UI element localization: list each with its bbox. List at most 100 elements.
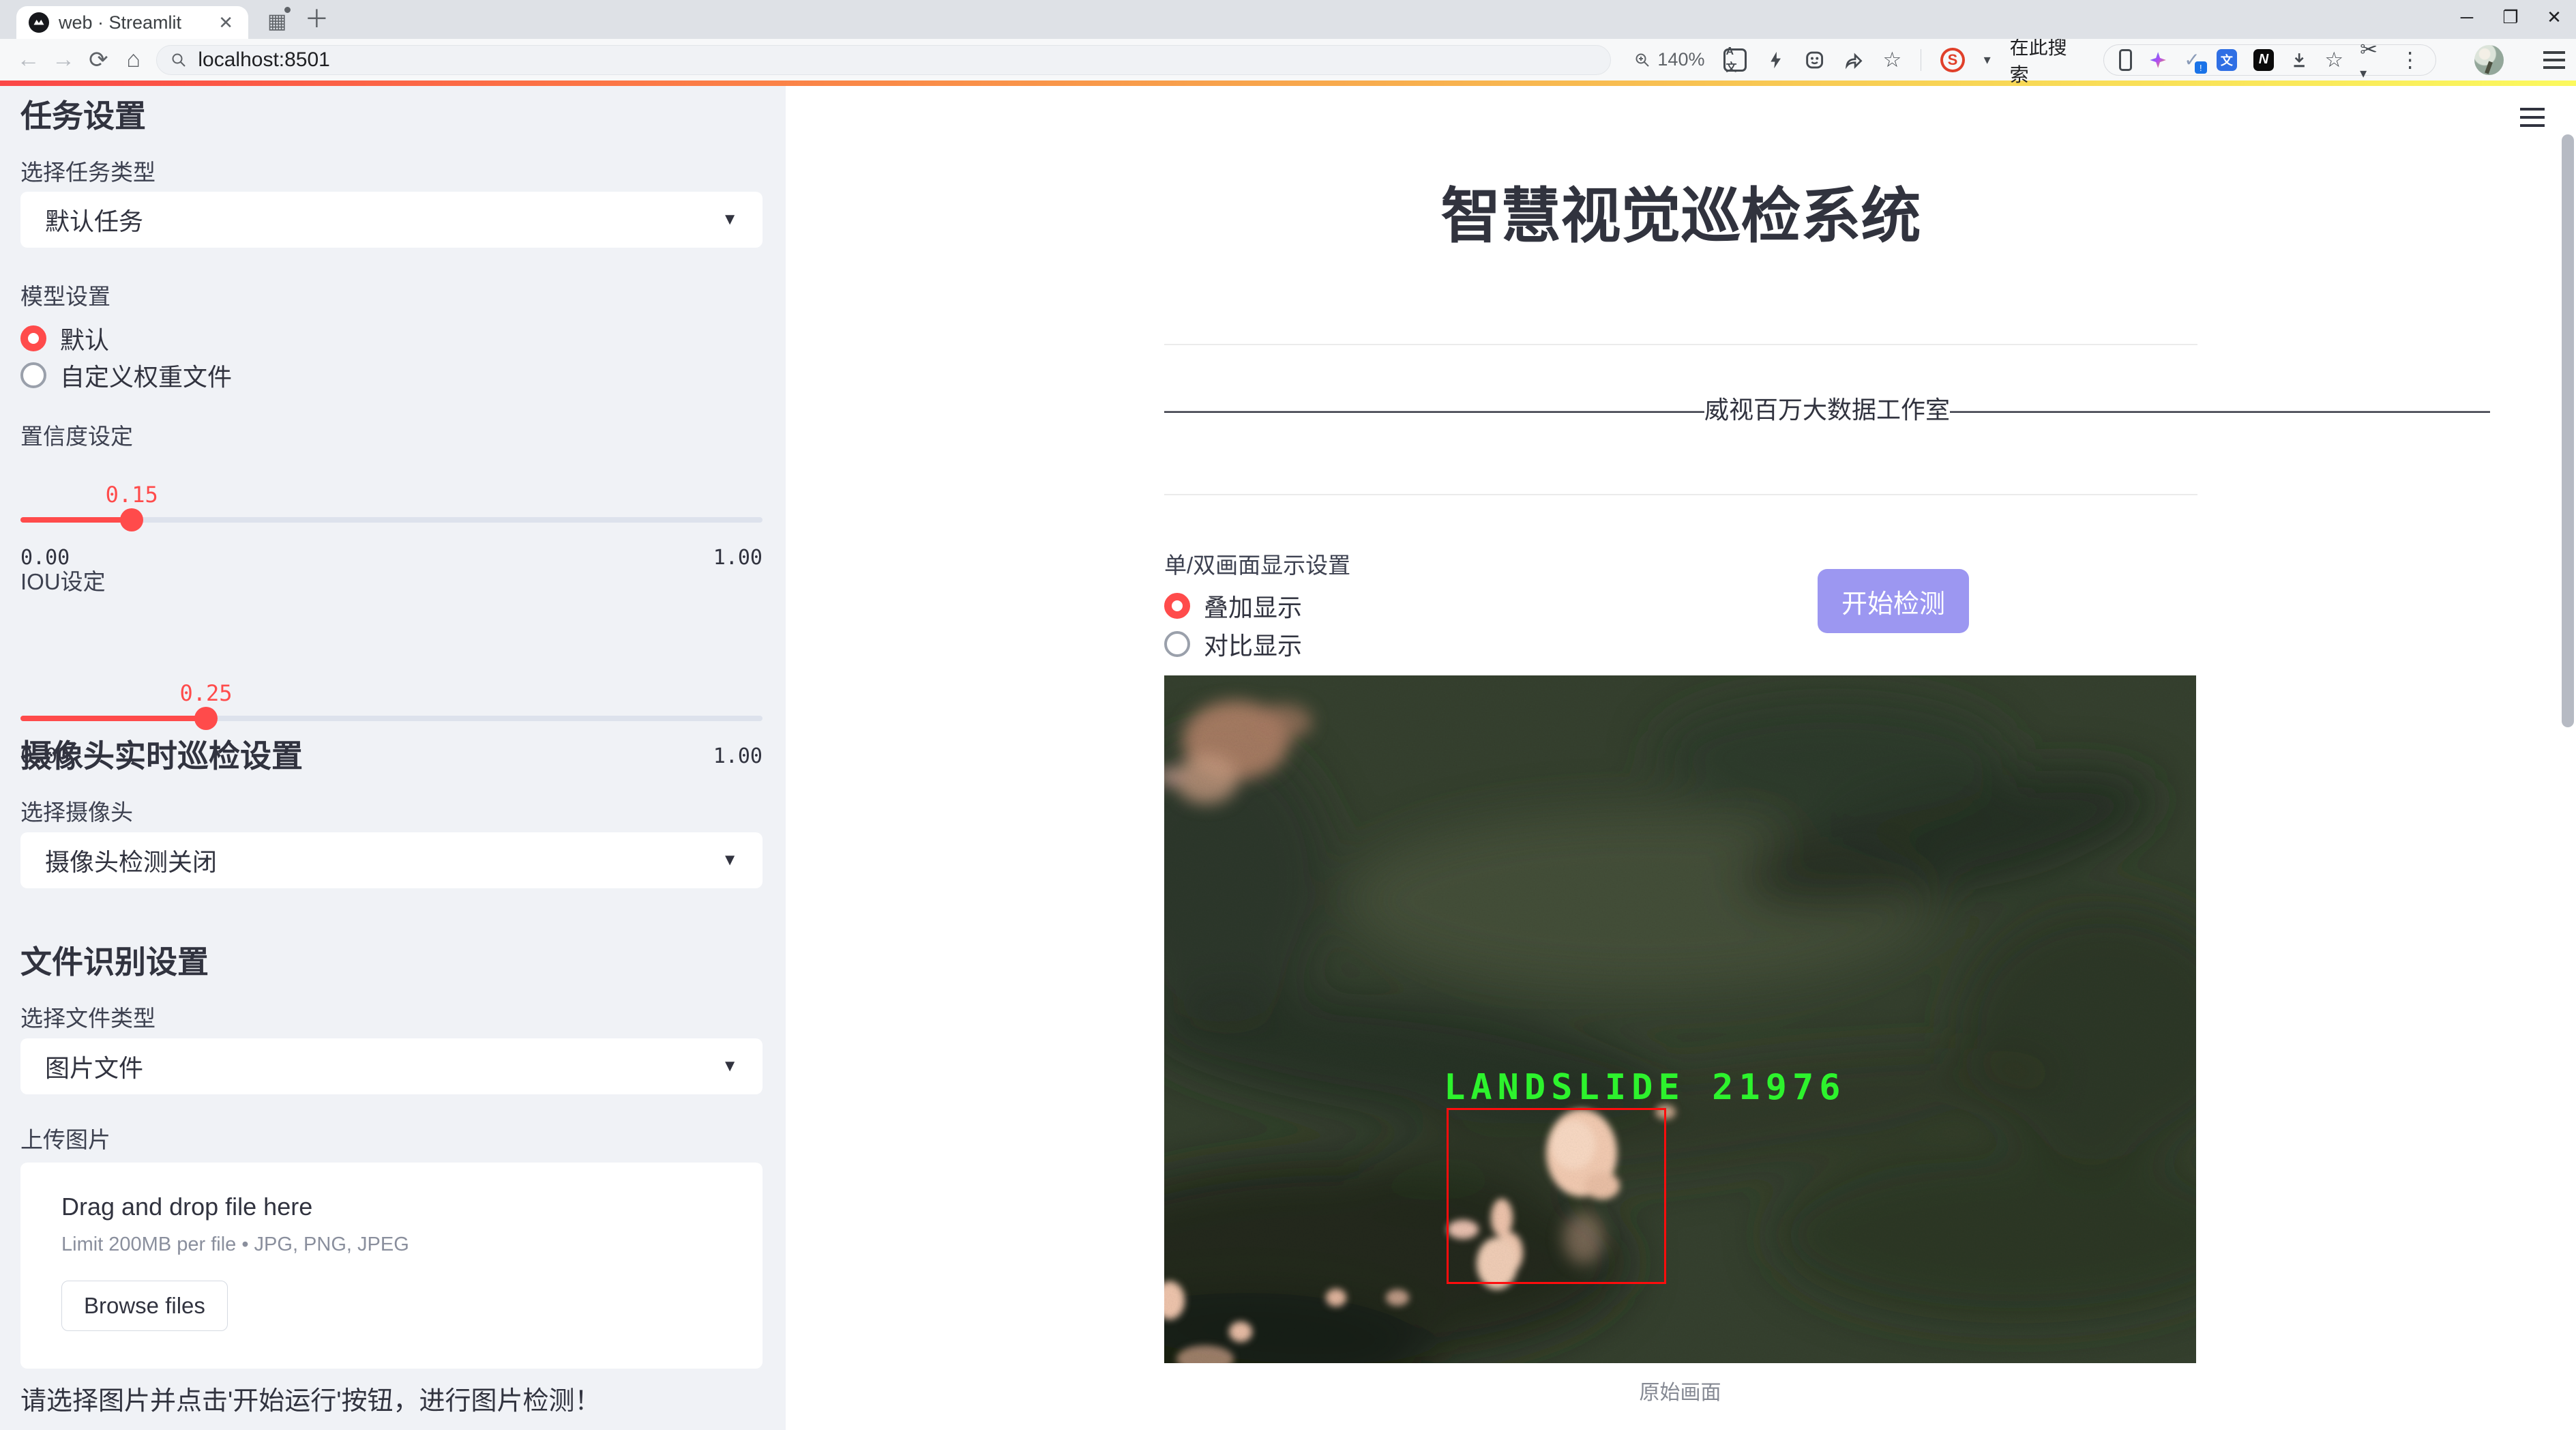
model-radio-custom-label: 自定义权重文件 bbox=[60, 358, 232, 393]
camera-select[interactable]: 摄像头检测关闭 ▼ bbox=[20, 832, 763, 888]
media-extension-icon[interactable]: N bbox=[2253, 49, 2274, 71]
app-menu-icon[interactable] bbox=[2520, 108, 2545, 127]
new-tab-button[interactable]: ＋ bbox=[304, 0, 329, 35]
model-radio-default-label: 默认 bbox=[60, 321, 109, 356]
radio-unselected-icon bbox=[20, 362, 46, 388]
toolbar-right: 140% A文 ☆ S ▾ 在此搜索 bbox=[1634, 33, 2565, 87]
display-radio-overlay[interactable]: 叠加显示 bbox=[1164, 591, 1302, 621]
bookmark-star-icon[interactable]: ☆ bbox=[1883, 49, 1902, 70]
back-icon[interactable]: ← bbox=[11, 46, 46, 73]
zoom-lens-icon bbox=[1634, 52, 1650, 68]
browser-menu-icon[interactable] bbox=[2543, 51, 2565, 69]
model-radio-default[interactable]: 默认 bbox=[20, 323, 109, 353]
file-section-title: 文件识别设置 bbox=[20, 937, 209, 982]
camera-label: 选择摄像头 bbox=[20, 794, 133, 827]
emoji-icon[interactable] bbox=[1805, 50, 1824, 70]
iou-thumb[interactable] bbox=[194, 707, 218, 730]
task-type-value: 默认任务 bbox=[45, 202, 143, 237]
file-type-select[interactable]: 图片文件 ▼ bbox=[20, 1038, 763, 1094]
checker-extension-icon[interactable]: ✓ ! bbox=[2184, 48, 2200, 71]
radio-unselected-icon bbox=[1164, 631, 1190, 657]
tab-strip: web · Streamlit ✕ ▦ ＋ ─ ❐ ✕ bbox=[0, 0, 2576, 39]
phone-icon[interactable] bbox=[2119, 49, 2132, 71]
task-section-title: 任务设置 bbox=[20, 91, 146, 136]
scissors-caret-icon: ▾ bbox=[2360, 66, 2367, 81]
tab-workspace-icon[interactable]: ▦ bbox=[267, 10, 286, 33]
confidence-range: 0.00 1.00 bbox=[20, 546, 763, 570]
maximize-button[interactable]: ❐ bbox=[2489, 0, 2532, 34]
share-icon[interactable] bbox=[1844, 50, 1863, 70]
divider bbox=[1164, 494, 2197, 495]
model-radio-custom[interactable]: 自定义权重文件 bbox=[20, 360, 232, 390]
iou-max: 1.00 bbox=[713, 744, 763, 768]
scissors-icon[interactable]: ✂▾ bbox=[2360, 39, 2383, 81]
close-button[interactable]: ✕ bbox=[2532, 0, 2576, 34]
translate-icon[interactable]: A文 bbox=[1723, 48, 1746, 72]
chevron-down-icon: ▼ bbox=[722, 210, 738, 229]
minimize-button[interactable]: ─ bbox=[2445, 0, 2489, 34]
download-icon[interactable] bbox=[2290, 50, 2308, 70]
confidence-thumb[interactable] bbox=[120, 508, 143, 531]
browser-tab[interactable]: web · Streamlit ✕ bbox=[16, 6, 248, 39]
model-label: 模型设置 bbox=[20, 278, 110, 311]
zoom-control[interactable]: 140% bbox=[1634, 49, 1704, 70]
satellite-terrain bbox=[1164, 675, 2196, 1363]
camera-value: 摄像头检测关闭 bbox=[45, 843, 217, 878]
find-on-page-label[interactable]: 在此搜索 bbox=[2010, 33, 2084, 87]
detection-bounding-box bbox=[1447, 1108, 1666, 1284]
file-type-value: 图片文件 bbox=[45, 1049, 143, 1084]
sidebar: 任务设置 选择任务类型 默认任务 ▼ 模型设置 默认 自定义权重文件 置信度设定… bbox=[0, 86, 786, 1430]
sidebar-hint: 请选择图片并点击'开始运行'按钮，进行图片检测！ bbox=[20, 1380, 601, 1417]
browser-window: web · Streamlit ✕ ▦ ＋ ─ ❐ ✕ ← → ⟳ ⌂ loca… bbox=[0, 0, 2576, 1430]
streamlit-favicon-icon bbox=[29, 12, 49, 33]
task-type-label: 选择任务类型 bbox=[20, 154, 156, 187]
iou-track[interactable] bbox=[20, 716, 763, 721]
profile-avatar[interactable] bbox=[2474, 45, 2504, 75]
file-uploader-dropzone[interactable]: Drag and drop file here Limit 200MB per … bbox=[20, 1163, 763, 1369]
translate-extension-icon[interactable]: 文 bbox=[2217, 49, 2237, 71]
display-mode-label: 单/双画面显示设置 bbox=[1164, 547, 1350, 580]
iou-fill bbox=[20, 716, 206, 721]
image-caption: 原始画面 bbox=[1164, 1375, 2196, 1405]
streamlit-app: 任务设置 选择任务类型 默认任务 ▼ 模型设置 默认 自定义权重文件 置信度设定… bbox=[0, 86, 2576, 1430]
zoom-level: 140% bbox=[1657, 49, 1704, 70]
search-icon bbox=[171, 52, 187, 68]
iou-value: 0.25 bbox=[179, 680, 232, 706]
url-text[interactable]: localhost:8501 bbox=[198, 48, 329, 72]
dropzone-limit: Limit 200MB per file • JPG, PNG, JPEG bbox=[61, 1234, 722, 1256]
favorites-star-icon[interactable]: ☆ bbox=[2324, 49, 2343, 70]
task-type-select[interactable]: 默认任务 ▼ bbox=[20, 192, 763, 248]
s-extension-icon[interactable]: S bbox=[1940, 48, 1964, 72]
browser-toolbar: ← → ⟳ ⌂ localhost:8501 140% A文 bbox=[0, 39, 2576, 81]
confidence-track[interactable] bbox=[20, 517, 763, 523]
more-extensions-icon[interactable]: ⋮ bbox=[2399, 49, 2420, 70]
confidence-max: 1.00 bbox=[713, 546, 763, 570]
lightning-icon[interactable] bbox=[1766, 50, 1786, 70]
chevron-down-icon: ▼ bbox=[722, 1057, 738, 1076]
checker-badge: ! bbox=[2195, 61, 2207, 74]
browse-files-button[interactable]: Browse files bbox=[61, 1281, 228, 1331]
sparkle-icon[interactable] bbox=[2148, 50, 2167, 70]
start-detection-button[interactable]: 开始检测 bbox=[1818, 569, 1969, 633]
detection-image: LANDSLIDE 21976 bbox=[1164, 675, 2196, 1363]
studio-line: ——————————————————————威视百万大数据工作室————————… bbox=[1164, 390, 2197, 426]
chevron-down-icon: ▼ bbox=[722, 851, 738, 870]
address-bar[interactable]: localhost:8501 bbox=[156, 45, 1611, 75]
confidence-label: 置信度设定 bbox=[20, 418, 133, 451]
confidence-slider[interactable]: 0.15 0.00 1.00 bbox=[20, 517, 763, 570]
tab-close-icon[interactable]: ✕ bbox=[216, 12, 236, 33]
home-icon[interactable]: ⌂ bbox=[116, 46, 151, 73]
detection-class-label: LANDSLIDE 21976 bbox=[1444, 1067, 1846, 1108]
upload-label: 上传图片 bbox=[20, 1122, 110, 1154]
display-radio-compare-label: 对比显示 bbox=[1204, 626, 1302, 662]
page-scrollbar[interactable] bbox=[2562, 134, 2574, 727]
display-radio-compare[interactable]: 对比显示 bbox=[1164, 629, 1302, 659]
s-extension-caret-icon[interactable]: ▾ bbox=[1984, 51, 1991, 68]
confidence-value: 0.15 bbox=[106, 482, 158, 508]
confidence-fill bbox=[20, 517, 132, 523]
iou-label: IOU设定 bbox=[20, 564, 106, 596]
forward-icon[interactable]: → bbox=[46, 46, 80, 73]
reload-icon[interactable]: ⟳ bbox=[81, 46, 116, 74]
file-type-label: 选择文件类型 bbox=[20, 1000, 156, 1033]
camera-section-title: 摄像头实时巡检设置 bbox=[20, 731, 303, 776]
